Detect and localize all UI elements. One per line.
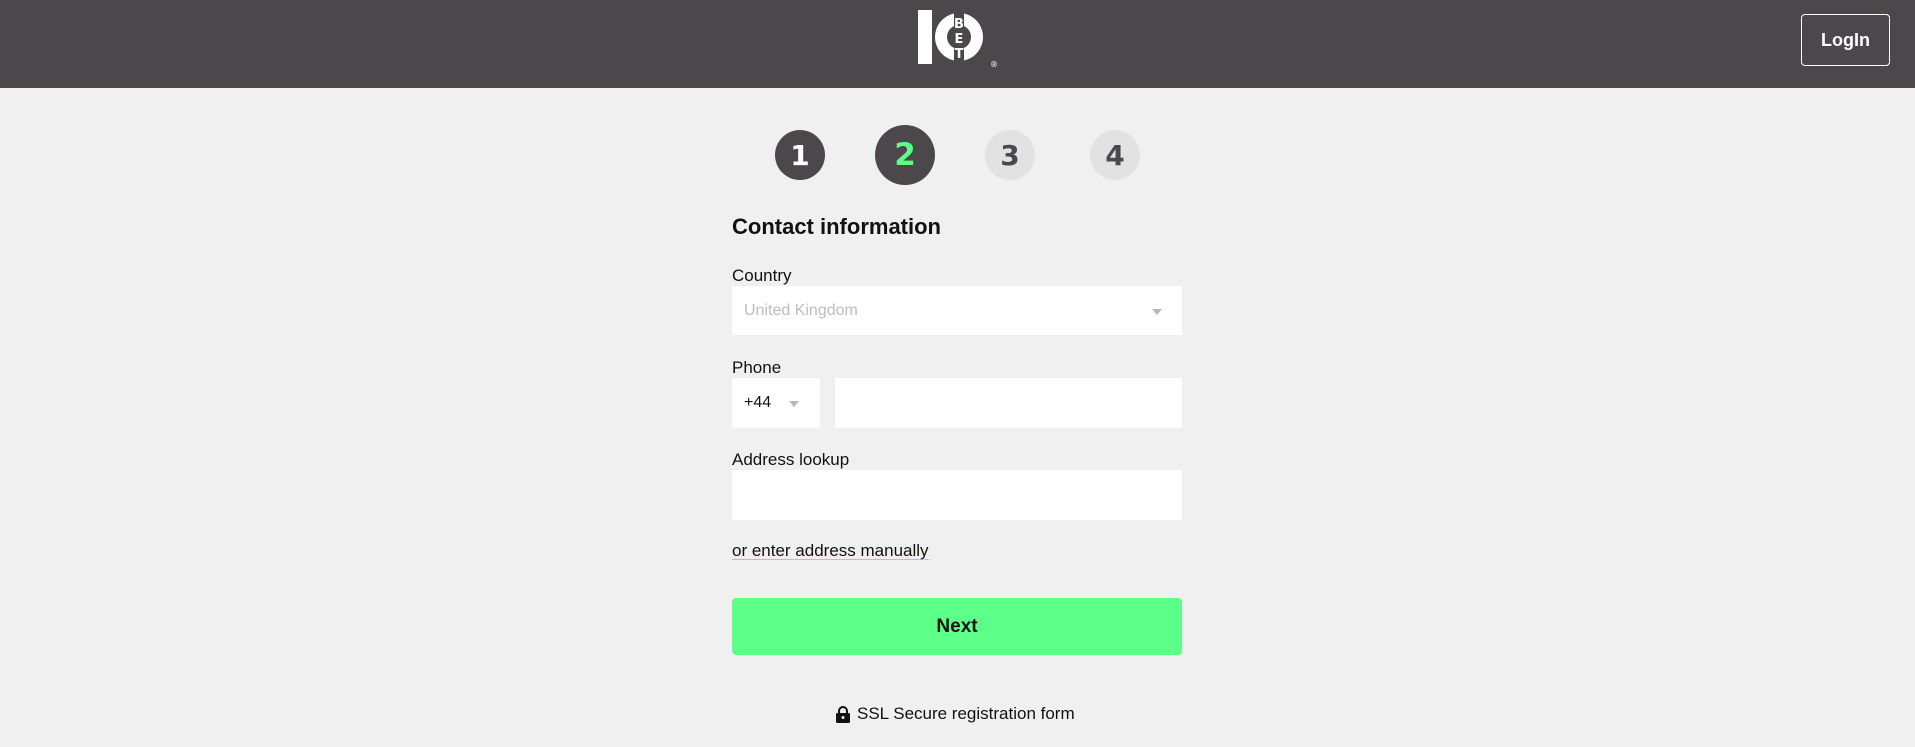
login-button[interactable]: LogIn <box>1801 14 1890 66</box>
country-select[interactable]: United Kingdom <box>732 286 1182 335</box>
enter-address-manually-link[interactable]: or enter address manually <box>732 541 929 561</box>
form-title: Contact information <box>732 214 941 239</box>
phone-number-input[interactable] <box>835 378 1182 428</box>
phone-label: Phone <box>732 358 782 377</box>
phone-code-chevron-down-icon <box>789 401 799 407</box>
logo-registered-mark: ® <box>990 60 998 68</box>
lock-icon <box>836 705 850 723</box>
phone-country-code-select[interactable]: +44 <box>732 378 820 428</box>
country-label: Country <box>732 266 792 285</box>
step-4-indicator: 4 <box>1090 130 1140 180</box>
logo-letter-e: E <box>955 32 964 47</box>
step-3-indicator: 3 <box>985 130 1035 180</box>
ssl-secure-notice: SSL Secure registration form <box>835 704 1075 724</box>
country-selected-value: United Kingdom <box>744 301 858 319</box>
ssl-secure-text: SSL Secure registration form <box>857 704 1075 723</box>
step-2-indicator: 2 <box>875 125 935 185</box>
step-1-indicator: 1 <box>775 130 825 180</box>
site-header: B E T ® LogIn <box>0 0 1915 88</box>
address-lookup-label: Address lookup <box>732 450 850 469</box>
next-button[interactable]: Next <box>732 598 1182 655</box>
logo-letter-b: B <box>954 17 964 32</box>
10bet-logo[interactable]: B E T ® <box>916 6 1000 68</box>
address-lookup-input[interactable] <box>732 470 1182 520</box>
country-chevron-down-icon <box>1152 309 1162 315</box>
phone-code-value: +44 <box>744 394 772 411</box>
logo-letter-t: T <box>955 47 964 62</box>
